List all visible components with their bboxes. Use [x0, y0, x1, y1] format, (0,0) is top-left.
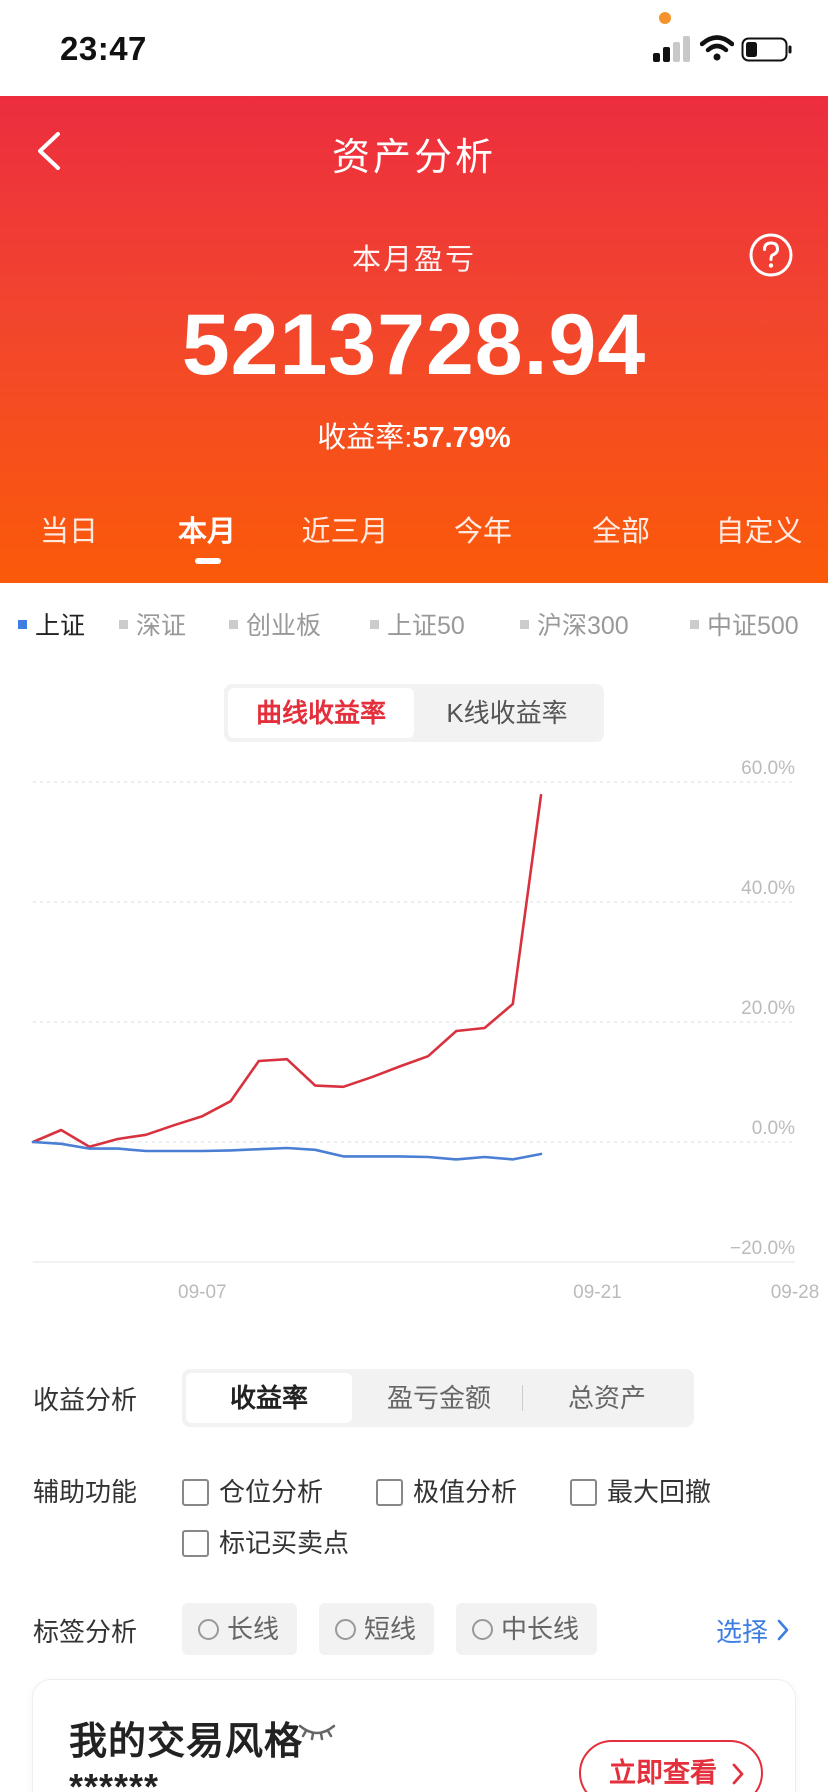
- x-tick-label: 09-21: [573, 1282, 622, 1303]
- x-tick-label: 09-28: [771, 1282, 820, 1303]
- status-bar: 23:47: [0, 0, 828, 96]
- index-tab-shenzhen[interactable]: 深证: [119, 606, 186, 642]
- return-rate-option[interactable]: 收益率: [186, 1373, 352, 1423]
- aux-functions-label: 辅助功能: [33, 1477, 138, 1507]
- trading-style-title: 我的交易风格: [69, 1721, 304, 1763]
- tag-short-term[interactable]: 短线: [319, 1603, 435, 1655]
- recording-indicator-dot: [659, 12, 671, 24]
- view-now-label: 立即查看: [609, 1758, 717, 1788]
- active-tab-indicator: [195, 558, 221, 564]
- return-rate-label: 收益率:: [317, 422, 413, 454]
- cellular-signal-icon: [653, 36, 690, 62]
- return-chart-mode-toggle: 曲线收益率 K线收益率: [224, 684, 604, 742]
- portfolio-return-line: [31, 793, 543, 1149]
- index-tabs: 上证 深证 创业板 上证50 沪深300 中证500: [0, 606, 828, 646]
- series-marker-icon: [18, 619, 27, 629]
- chevron-right-icon: [732, 1763, 744, 1785]
- curve-return-button[interactable]: 曲线收益率: [228, 688, 414, 738]
- index-tab-sse50[interactable]: 上证50: [370, 606, 465, 642]
- battery-icon: [741, 37, 792, 62]
- select-tags-link[interactable]: 选择: [716, 1612, 768, 1649]
- tab-today[interactable]: 当日: [0, 508, 138, 550]
- kline-return-button[interactable]: K线收益率: [414, 688, 600, 738]
- position-analysis-checkbox[interactable]: 仓位分析: [182, 1472, 323, 1509]
- series-marker-icon: [229, 619, 238, 629]
- series-marker-icon: [690, 619, 699, 629]
- series-marker-icon: [370, 619, 379, 629]
- tag-analysis-label: 标签分析: [33, 1617, 138, 1647]
- wifi-icon: [700, 35, 734, 61]
- period-tabs: 当日 本月 近三月 今年 全部 自定义: [0, 508, 828, 568]
- tag-medium-long-term[interactable]: 中长线: [456, 1603, 598, 1655]
- tag-long-term[interactable]: 长线: [182, 1603, 298, 1655]
- profit-analysis-label: 收益分析: [33, 1385, 138, 1415]
- y-tick-label: 0.0%: [752, 1118, 795, 1139]
- total-assets-option[interactable]: 总资产: [524, 1373, 690, 1423]
- radio-icon: [198, 1618, 219, 1640]
- pnl-amount-option[interactable]: 盈亏金额: [356, 1373, 522, 1423]
- index-return-line: [31, 1140, 543, 1161]
- series-marker-icon: [520, 619, 529, 629]
- return-rate-value: 57.79%: [412, 422, 511, 454]
- index-tab-chinext[interactable]: 创业板: [229, 606, 321, 642]
- eye-closed-icon[interactable]: [297, 1718, 337, 1742]
- y-tick-label: 20.0%: [741, 998, 795, 1019]
- checkbox-box: [570, 1478, 597, 1506]
- series-marker-icon: [119, 619, 128, 629]
- index-tab-csi500[interactable]: 中证500: [690, 606, 799, 642]
- x-tick-label: 09-07: [178, 1282, 227, 1303]
- y-tick-label: 60.0%: [741, 758, 795, 779]
- y-tick-label: −20.0%: [730, 1238, 795, 1259]
- radio-icon: [335, 1618, 356, 1640]
- tab-custom[interactable]: 自定义: [690, 508, 828, 550]
- checkbox-box: [182, 1478, 209, 1506]
- radio-icon: [472, 1618, 493, 1640]
- max-drawdown-checkbox[interactable]: 最大回撤: [570, 1472, 711, 1509]
- y-tick-label: 40.0%: [741, 878, 795, 899]
- extreme-analysis-checkbox[interactable]: 极值分析: [376, 1472, 517, 1509]
- trading-style-card: 我的交易风格 ****** 立即查看: [33, 1680, 795, 1792]
- trading-style-masked-value: ******: [69, 1766, 160, 1792]
- tab-this-year[interactable]: 今年: [414, 508, 552, 550]
- monthly-pnl-label: 本月盈亏: [351, 244, 476, 276]
- view-now-button[interactable]: 立即查看: [579, 1740, 763, 1792]
- return-rate: 收益率:57.79%: [0, 414, 828, 456]
- option-divider: [522, 1385, 523, 1411]
- status-time: 23:47: [60, 30, 147, 67]
- checkbox-box: [182, 1529, 209, 1557]
- chevron-right-icon[interactable]: [776, 1618, 790, 1642]
- mark-trade-points-checkbox[interactable]: 标记买卖点: [182, 1523, 349, 1560]
- tab-last-three-months[interactable]: 近三月: [276, 508, 414, 550]
- return-line-chart: 60.0% 40.0% 20.0% 0.0% −20.0% 09-07 09-21 09-28: [31, 758, 820, 1303]
- checkbox-box: [376, 1478, 403, 1506]
- tab-all[interactable]: 全部: [552, 508, 690, 550]
- page-title: 资产分析: [331, 137, 496, 179]
- asset-summary-header: 资产分析 本月盈亏 5213728.94 收益率:57.79% 当日 本月 近三…: [0, 96, 828, 583]
- tab-this-month[interactable]: 本月: [138, 508, 276, 550]
- profit-analysis-selector: 收益率 盈亏金额 总资产: [182, 1369, 694, 1427]
- index-tab-csi300[interactable]: 沪深300: [520, 606, 629, 642]
- monthly-pnl-amount: 5213728.94: [181, 297, 647, 393]
- index-tab-shanghai[interactable]: 上证: [18, 606, 85, 642]
